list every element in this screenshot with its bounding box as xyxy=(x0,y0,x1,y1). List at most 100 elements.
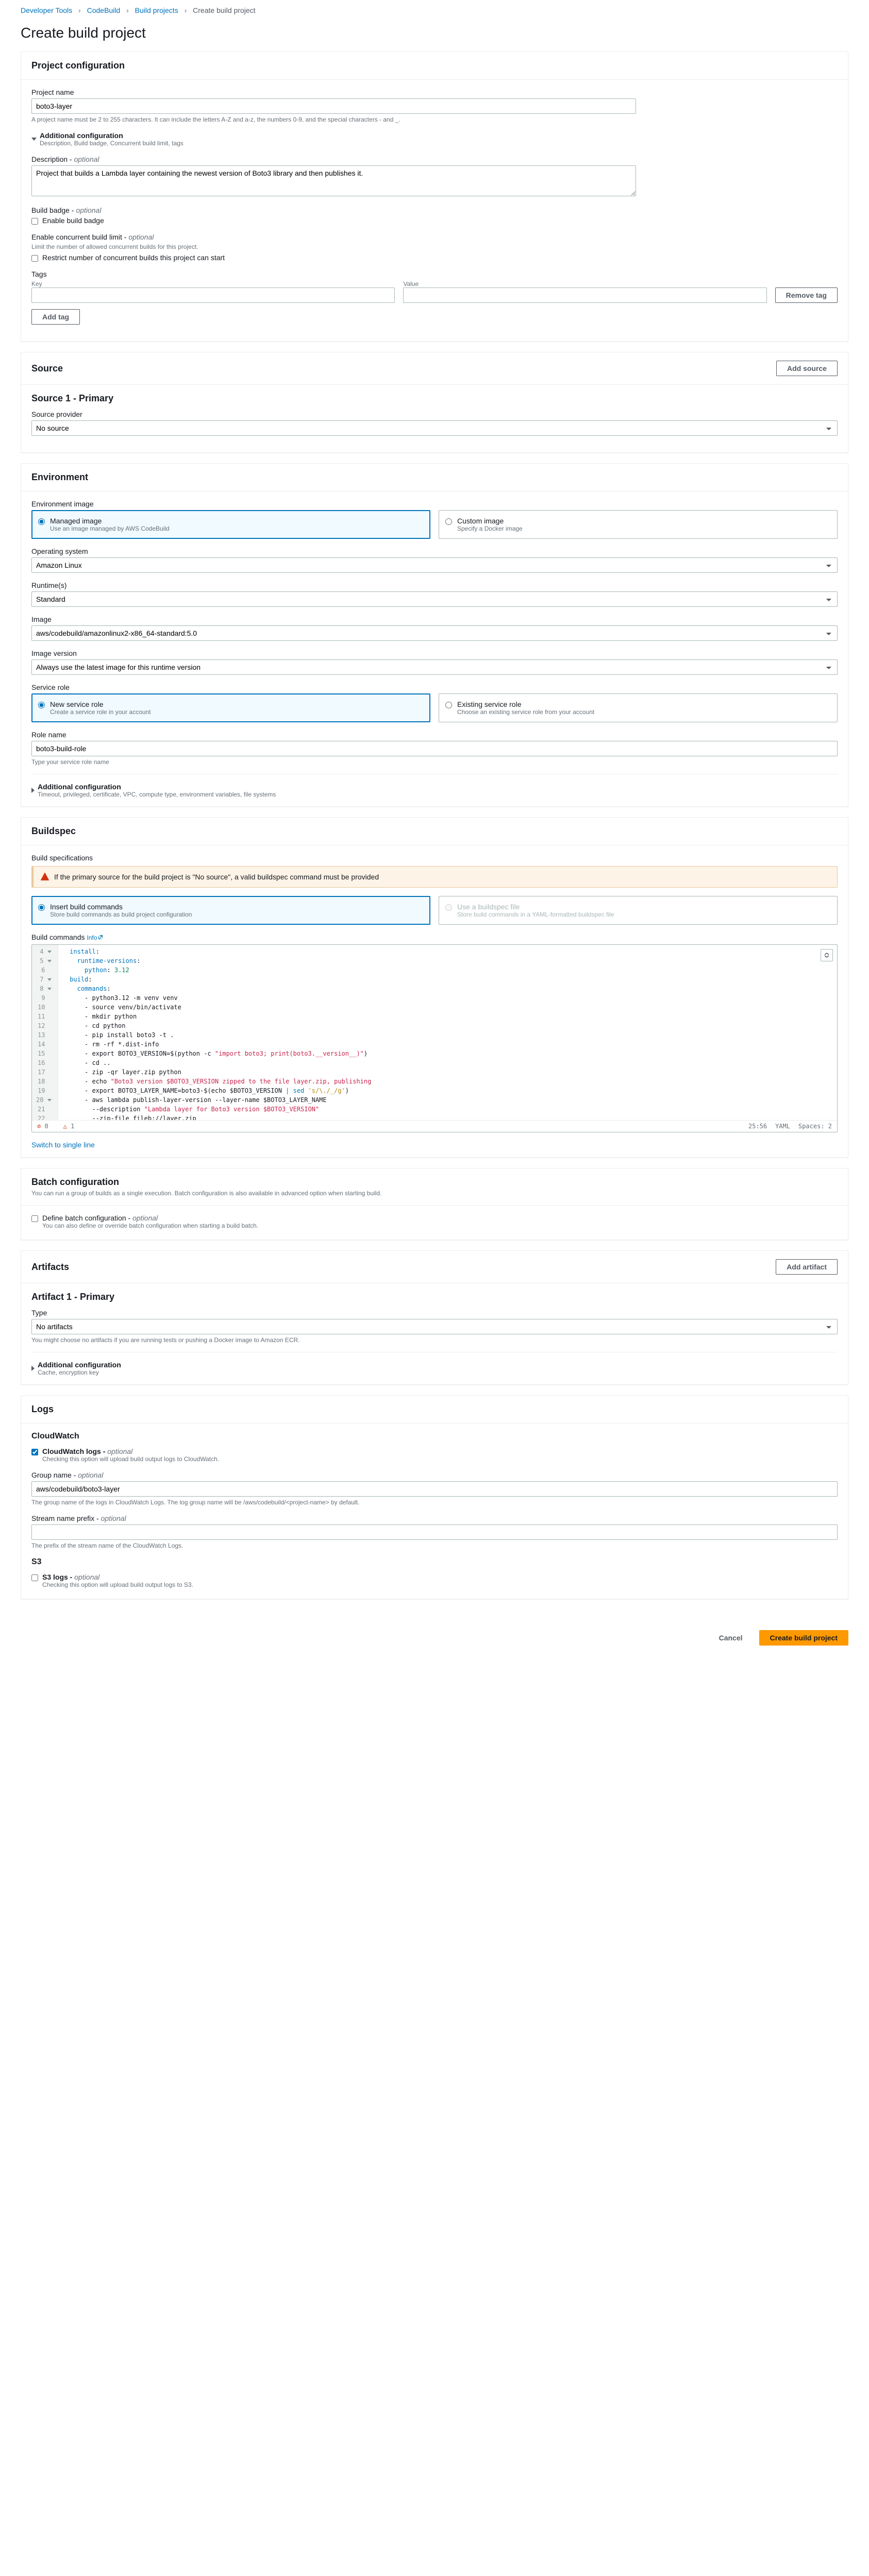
insert-commands-label: Insert build commands xyxy=(50,903,192,911)
stream-prefix-input[interactable] xyxy=(31,1524,838,1540)
managed-image-radio[interactable] xyxy=(38,518,45,525)
source-panel: Source Add source Source 1 - Primary Sou… xyxy=(21,352,848,453)
build-commands-label: Build commands Info xyxy=(31,933,838,941)
breadcrumb-link-projects[interactable]: Build projects xyxy=(135,6,178,14)
warning-icon xyxy=(41,873,49,881)
external-link-icon xyxy=(98,935,103,940)
editor-collapse-button[interactable] xyxy=(821,949,833,961)
concurrent-limit-hint: Limit the number of allowed concurrent b… xyxy=(31,243,838,250)
environment-panel: Environment Environment image Managed im… xyxy=(21,463,848,807)
breadcrumb-link-devtools[interactable]: Developer Tools xyxy=(21,6,72,14)
define-batch-hint: You can also define or override batch co… xyxy=(42,1222,258,1229)
s3-heading: S3 xyxy=(31,1557,838,1567)
new-role-tile[interactable]: New service role Create a service role i… xyxy=(31,693,430,722)
enable-build-badge-checkbox[interactable] xyxy=(31,218,38,225)
existing-role-radio[interactable] xyxy=(445,702,452,708)
tag-key-input[interactable] xyxy=(31,287,395,303)
project-name-hint: A project name must be 2 to 255 characte… xyxy=(31,116,838,123)
custom-image-tile[interactable]: Custom image Specify a Docker image xyxy=(439,510,838,539)
breadcrumb: Developer Tools › CodeBuild › Build proj… xyxy=(0,0,869,21)
group-name-label: Group name - optional xyxy=(31,1471,838,1479)
new-role-desc: Create a service role in your account xyxy=(50,708,151,716)
managed-image-label: Managed image xyxy=(50,517,170,525)
artifacts-heading: Artifacts xyxy=(31,1262,69,1273)
warn-count: 1 xyxy=(71,1123,74,1130)
role-name-label: Role name xyxy=(31,731,838,739)
insert-commands-tile[interactable]: Insert build commands Store build comman… xyxy=(31,896,430,925)
project-name-label: Project name xyxy=(31,88,838,96)
source-provider-select[interactable]: No source xyxy=(31,420,838,436)
env-image-label: Environment image xyxy=(31,500,838,508)
tag-value-input[interactable] xyxy=(403,287,766,303)
group-name-hint: The group name of the logs in CloudWatch… xyxy=(31,1499,838,1506)
info-link[interactable]: Info xyxy=(87,934,103,941)
add-source-button[interactable]: Add source xyxy=(776,361,838,376)
env-additional-toggle[interactable]: Additional configuration Timeout, privil… xyxy=(31,783,838,798)
code-content[interactable]: install: runtime-versions: python: 3.12 … xyxy=(58,945,837,1120)
additional-config-toggle[interactable]: Additional configuration Description, Bu… xyxy=(31,131,838,147)
artifact-type-label: Type xyxy=(31,1309,838,1317)
role-name-input[interactable] xyxy=(31,741,838,756)
chevron-right-icon: › xyxy=(78,6,81,14)
cancel-button[interactable]: Cancel xyxy=(709,1630,753,1646)
image-version-select[interactable]: Always use the latest image for this run… xyxy=(31,659,838,675)
artifact-type-select[interactable]: No artifacts xyxy=(31,1319,838,1334)
os-label: Operating system xyxy=(31,547,838,555)
artifact-additional-label: Additional configuration xyxy=(38,1361,121,1369)
managed-image-tile[interactable]: Managed image Use an image managed by AW… xyxy=(31,510,430,539)
custom-image-radio[interactable] xyxy=(445,518,452,525)
breadcrumb-current: Create build project xyxy=(193,6,255,14)
logs-panel: Logs CloudWatch CloudWatch logs - option… xyxy=(21,1395,848,1599)
group-name-input[interactable] xyxy=(31,1481,838,1497)
os-select[interactable]: Amazon Linux xyxy=(31,557,838,573)
create-project-button[interactable]: Create build project xyxy=(759,1630,848,1646)
insert-commands-radio[interactable] xyxy=(38,904,45,911)
project-name-input[interactable] xyxy=(31,98,636,114)
editor-spaces: Spaces: 2 xyxy=(798,1123,832,1130)
chevron-right-icon: › xyxy=(126,6,129,14)
service-role-label: Service role xyxy=(31,683,838,691)
concurrent-limit-label: Enable concurrent build limit - optional xyxy=(31,233,838,241)
buildspec-warning-text: If the primary source for the build proj… xyxy=(54,873,379,881)
add-tag-button[interactable]: Add tag xyxy=(31,309,80,325)
breadcrumb-link-codebuild[interactable]: CodeBuild xyxy=(87,6,121,14)
source-heading: Source xyxy=(31,363,63,374)
new-role-label: New service role xyxy=(50,700,151,708)
switch-single-line-link[interactable]: Switch to single line xyxy=(31,1141,95,1149)
use-file-tile: Use a buildspec file Store build command… xyxy=(439,896,838,925)
enable-build-badge-text: Enable build badge xyxy=(42,216,104,225)
cloudwatch-logs-label: CloudWatch logs - optional xyxy=(42,1447,132,1455)
page-title: Create build project xyxy=(0,21,869,52)
tags-label: Tags xyxy=(31,270,838,278)
env-additional-label: Additional configuration xyxy=(38,783,276,791)
warning-small-icon: △ xyxy=(63,1123,67,1130)
custom-image-desc: Specify a Docker image xyxy=(457,525,523,532)
editor-language: YAML xyxy=(775,1123,790,1130)
existing-role-desc: Choose an existing service role from you… xyxy=(457,708,594,716)
add-artifact-button[interactable]: Add artifact xyxy=(776,1259,838,1275)
description-textarea[interactable] xyxy=(31,165,636,196)
image-select[interactable]: aws/codebuild/amazonlinux2-x86_64-standa… xyxy=(31,625,838,641)
managed-image-desc: Use an image managed by AWS CodeBuild xyxy=(50,525,170,532)
artifact-additional-toggle[interactable]: Additional configuration Cache, encrypti… xyxy=(31,1361,838,1376)
runtime-select[interactable]: Standard xyxy=(31,591,838,607)
define-batch-checkbox[interactable] xyxy=(31,1215,38,1222)
cloudwatch-logs-checkbox[interactable] xyxy=(31,1449,38,1455)
additional-config-hint: Description, Build badge, Concurrent bui… xyxy=(40,140,183,147)
cloudwatch-logs-hint: Checking this option will upload build o… xyxy=(42,1455,219,1463)
runtime-label: Runtime(s) xyxy=(31,581,838,589)
buildspec-spec-label: Build specifications xyxy=(31,854,838,862)
restrict-concurrent-text: Restrict number of concurrent builds thi… xyxy=(42,253,225,262)
batch-heading: Batch configuration xyxy=(31,1177,381,1188)
tag-value-label: Value xyxy=(403,280,766,287)
project-config-panel: Project configuration Project name A pro… xyxy=(21,52,848,342)
remove-tag-button[interactable]: Remove tag xyxy=(775,287,838,303)
existing-role-tile[interactable]: Existing service role Choose an existing… xyxy=(439,693,838,722)
new-role-radio[interactable] xyxy=(38,702,45,708)
use-file-desc: Store build commands in a YAML-formatted… xyxy=(457,911,614,918)
restrict-concurrent-checkbox[interactable] xyxy=(31,255,38,262)
error-count: 0 xyxy=(44,1123,48,1130)
image-version-label: Image version xyxy=(31,649,838,657)
code-editor[interactable]: 4 5 6 7 8 9 10 11 12 13 14 15 16 17 18 1… xyxy=(31,944,838,1132)
s3-logs-checkbox[interactable] xyxy=(31,1574,38,1581)
